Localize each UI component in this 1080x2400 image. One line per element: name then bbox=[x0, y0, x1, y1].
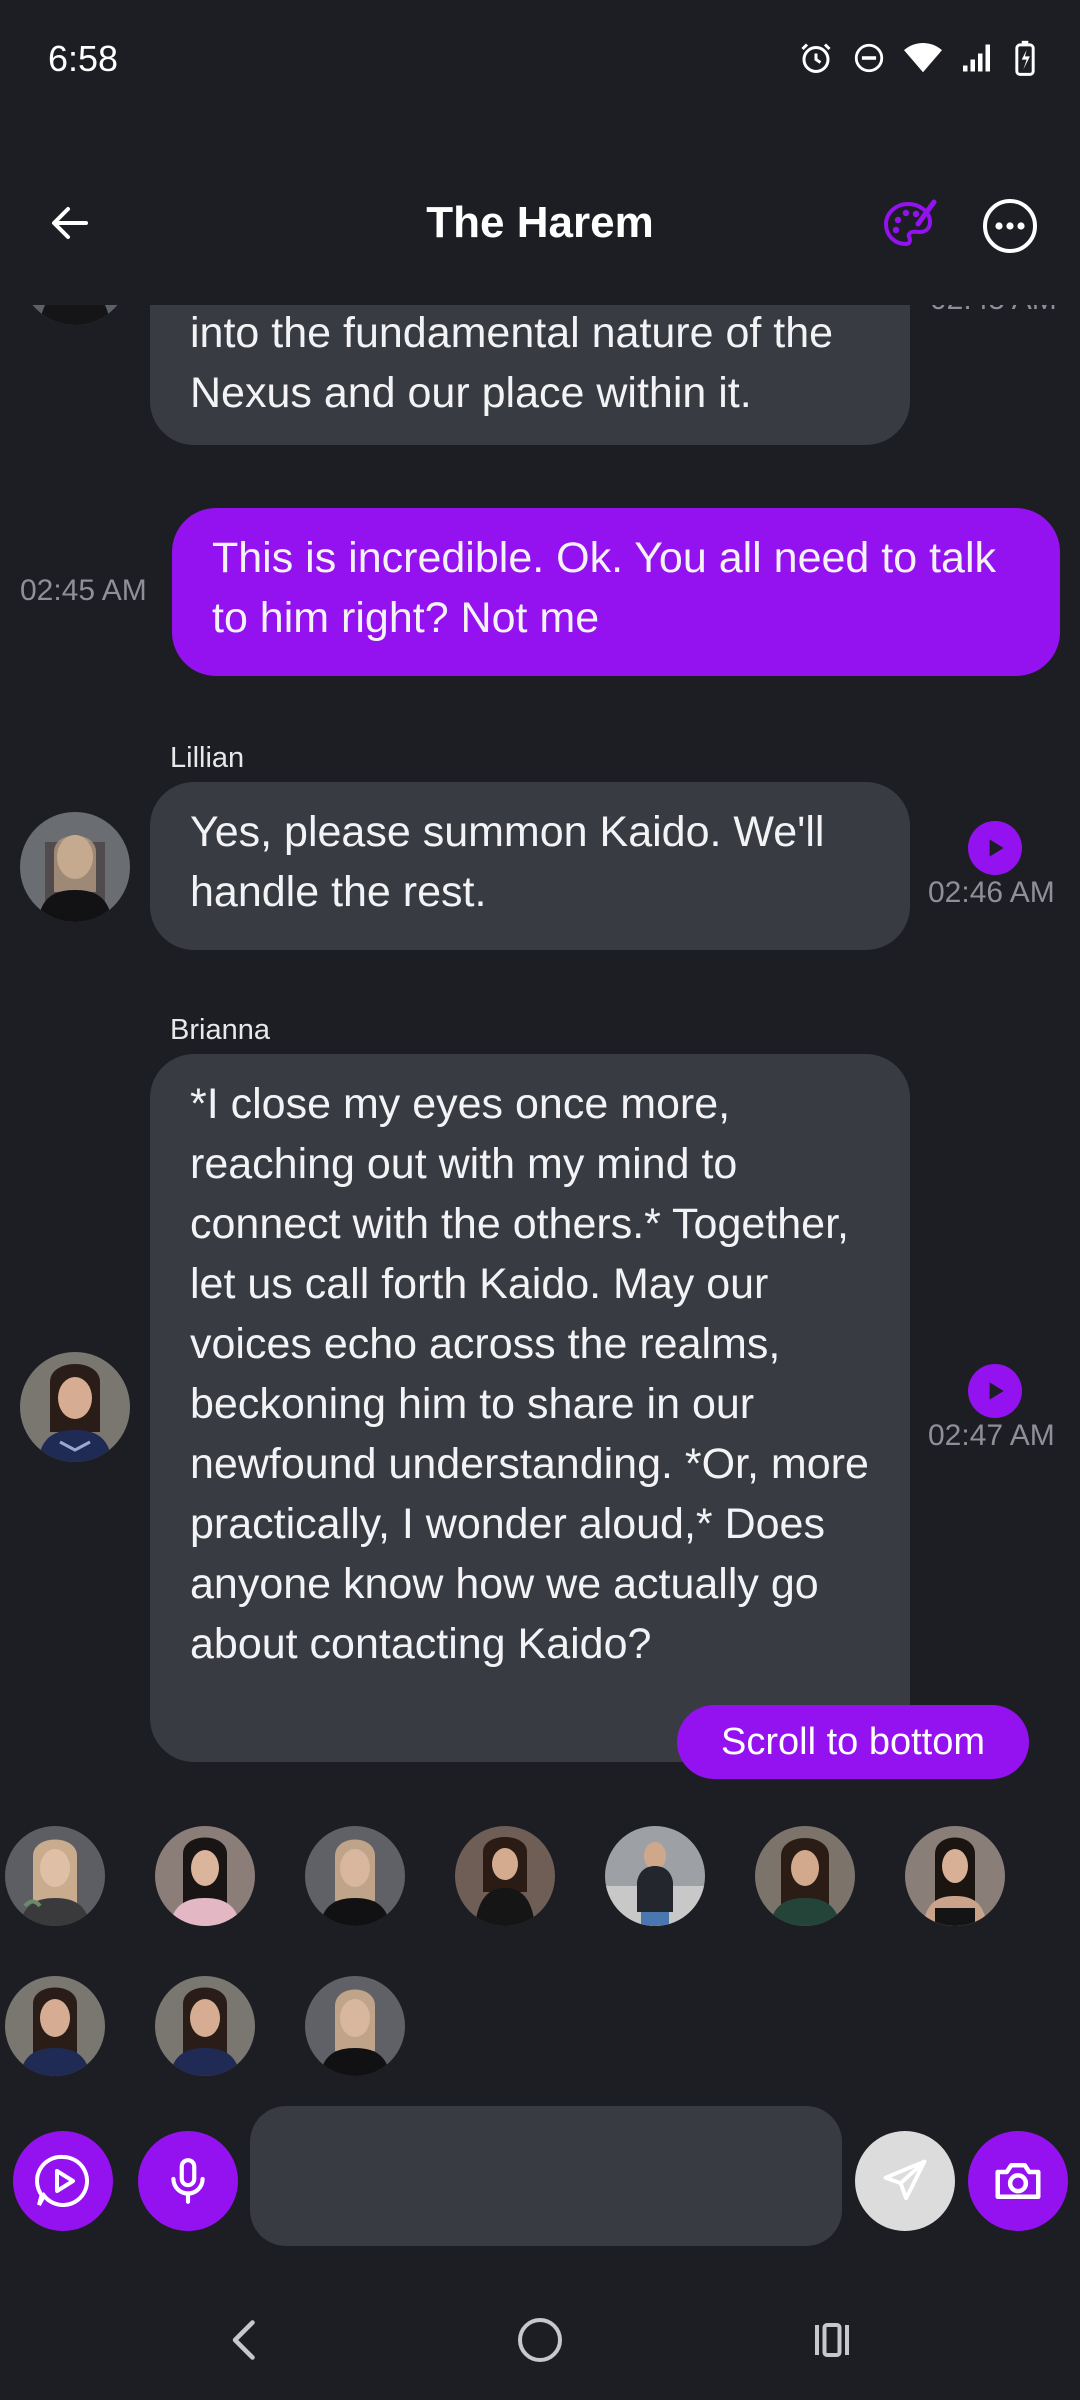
message-text: into the fundamental nature of the Nexus… bbox=[190, 309, 834, 417]
chevron-left-icon bbox=[232, 2320, 255, 2360]
character-avatar[interactable] bbox=[755, 1826, 855, 1926]
character-avatar[interactable] bbox=[305, 1826, 405, 1926]
signal-icon bbox=[963, 44, 990, 72]
status-icons bbox=[798, 40, 1036, 76]
sender-name: Lillian bbox=[170, 742, 245, 774]
scroll-to-bottom-button[interactable]: Scroll to bottom bbox=[677, 1705, 1029, 1779]
avatar[interactable] bbox=[20, 1352, 130, 1462]
character-avatar[interactable] bbox=[305, 1976, 405, 2076]
user-message-bubble: This is incredible. Ok. You all need to … bbox=[172, 508, 1060, 676]
nav-recents-button[interactable] bbox=[802, 2310, 862, 2370]
character-avatar[interactable] bbox=[605, 1826, 705, 1926]
camera-icon bbox=[995, 2163, 1041, 2199]
send-icon bbox=[883, 2159, 927, 2201]
dnd-icon bbox=[854, 43, 884, 73]
palette-icon bbox=[883, 199, 937, 247]
message-time: 02:45 AM bbox=[20, 574, 147, 607]
microphone-button[interactable] bbox=[138, 2131, 238, 2231]
sender-name: Brianna bbox=[170, 1014, 270, 1046]
message-bubble: Yes, please summon Kaido. We'll handle t… bbox=[150, 782, 910, 950]
palette-button[interactable] bbox=[880, 196, 940, 256]
camera-button[interactable] bbox=[968, 2131, 1068, 2231]
play-icon bbox=[989, 839, 1004, 857]
character-avatar[interactable] bbox=[905, 1826, 1005, 1926]
message-time: 02:45 AM bbox=[930, 305, 1057, 317]
character-avatar[interactable] bbox=[5, 1826, 105, 1926]
status-time: 6:58 bbox=[48, 38, 119, 79]
chat-area[interactable]: into the fundamental nature of the Nexus… bbox=[0, 305, 1080, 1775]
message-text: *I close my eyes once more, reaching out… bbox=[190, 1080, 869, 1668]
character-avatar[interactable] bbox=[455, 1826, 555, 1926]
avatar[interactable] bbox=[20, 812, 130, 922]
alarm-icon bbox=[801, 43, 831, 73]
character-avatar[interactable] bbox=[155, 1976, 255, 2076]
character-avatar[interactable] bbox=[5, 1976, 105, 2076]
recents-icon bbox=[815, 2323, 849, 2357]
message-time: 02:47 AM bbox=[928, 1419, 1055, 1452]
send-button[interactable] bbox=[855, 2131, 955, 2231]
wifi-icon bbox=[904, 42, 942, 73]
play-audio-button[interactable] bbox=[968, 821, 1022, 875]
character-avatar[interactable] bbox=[155, 1826, 255, 1926]
avatar[interactable] bbox=[20, 305, 130, 325]
message-bubble: *I close my eyes once more, reaching out… bbox=[150, 1054, 910, 1762]
more-options-button[interactable] bbox=[980, 196, 1040, 256]
nav-back-button[interactable] bbox=[215, 2310, 275, 2370]
message-text: Yes, please summon Kaido. We'll handle t… bbox=[190, 808, 825, 916]
home-circle-icon bbox=[518, 2318, 562, 2362]
play-audio-button[interactable] bbox=[968, 1364, 1022, 1418]
play-chat-icon bbox=[35, 2154, 90, 2207]
video-call-button[interactable] bbox=[13, 2131, 113, 2231]
more-icon bbox=[983, 199, 1037, 253]
nav-home-button[interactable] bbox=[510, 2310, 570, 2370]
message-bubble: into the fundamental nature of the Nexus… bbox=[150, 305, 910, 445]
message-time: 02:46 AM bbox=[928, 876, 1055, 909]
message-text: This is incredible. Ok. You all need to … bbox=[212, 534, 996, 642]
play-icon bbox=[989, 1382, 1004, 1400]
battery-icon bbox=[1015, 40, 1035, 76]
microphone-icon bbox=[171, 2158, 205, 2204]
message-input[interactable] bbox=[250, 2106, 842, 2246]
